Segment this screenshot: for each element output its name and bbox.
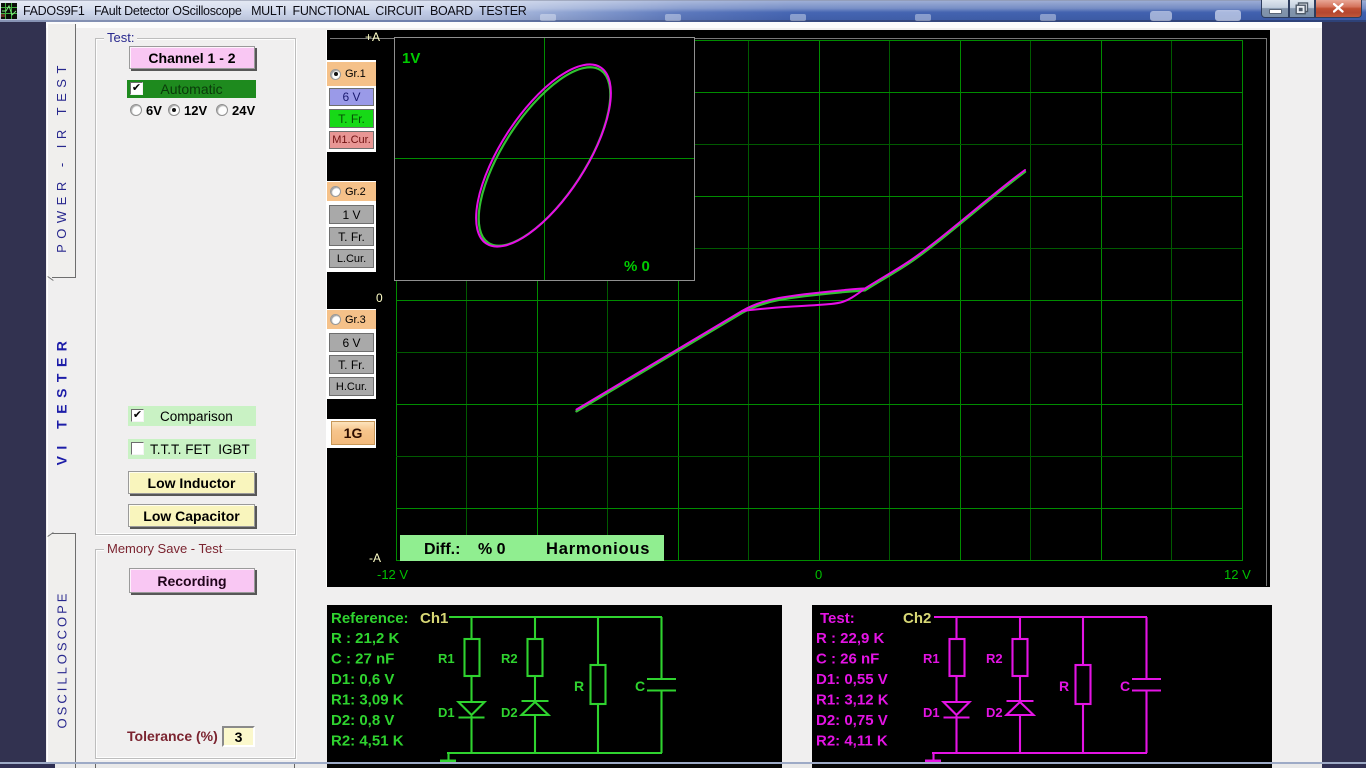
svg-text:C : 26 nF: C : 26 nF — [816, 651, 879, 668]
svg-text:Harmonious: Harmonious — [546, 540, 650, 558]
svg-text:-A: -A — [369, 551, 381, 565]
svg-text:Diff.:: Diff.: — [424, 541, 460, 558]
svg-text:Ch2: Ch2 — [903, 610, 931, 627]
svg-text:R2: R2 — [986, 651, 1003, 666]
svg-text:R2: R2 — [501, 651, 518, 666]
svg-text:C: C — [635, 678, 645, 694]
svg-text:Reference:: Reference: — [331, 610, 409, 627]
svg-text:% 0: % 0 — [624, 258, 650, 275]
svg-text:R1: 3,12 K: R1: 3,12 K — [816, 692, 889, 709]
svg-text:12 V: 12 V — [1224, 567, 1251, 582]
svg-text:D2: D2 — [501, 705, 518, 720]
svg-text:D1: D1 — [923, 705, 940, 720]
svg-text:R1: R1 — [923, 651, 940, 666]
svg-text:Test:: Test: — [820, 610, 855, 627]
svg-text:D2: 0,8 V: D2: 0,8 V — [331, 712, 394, 729]
svg-text:R: R — [574, 678, 584, 694]
svg-text:D2: D2 — [986, 705, 1003, 720]
svg-text:Ch1: Ch1 — [420, 610, 448, 627]
svg-text:D1: D1 — [438, 705, 455, 720]
svg-text:D1: 0,55 V: D1: 0,55 V — [816, 671, 888, 688]
svg-text:C : 27 nF: C : 27 nF — [331, 651, 394, 668]
svg-text:R : 21,2 K: R : 21,2 K — [331, 630, 400, 647]
svg-text:R2: 4,51 K: R2: 4,51 K — [331, 733, 404, 750]
svg-text:% 0: % 0 — [478, 541, 506, 558]
svg-text:C: C — [1120, 678, 1130, 694]
svg-text:R : 22,9 K: R : 22,9 K — [816, 630, 885, 647]
svg-text:R1: 3,09 K: R1: 3,09 K — [331, 692, 404, 709]
svg-text:D2: 0,75 V: D2: 0,75 V — [816, 712, 888, 729]
svg-text:+A: +A — [365, 30, 380, 44]
svg-text:D1: 0,6 V: D1: 0,6 V — [331, 671, 394, 688]
svg-text:0: 0 — [815, 567, 822, 582]
svg-text:1V: 1V — [402, 50, 420, 67]
svg-text:0: 0 — [376, 291, 383, 305]
svg-text:-12 V: -12 V — [377, 567, 408, 582]
svg-text:R: R — [1059, 678, 1069, 694]
svg-text:R1: R1 — [438, 651, 455, 666]
svg-text:R2: 4,11 K: R2: 4,11 K — [816, 733, 888, 750]
